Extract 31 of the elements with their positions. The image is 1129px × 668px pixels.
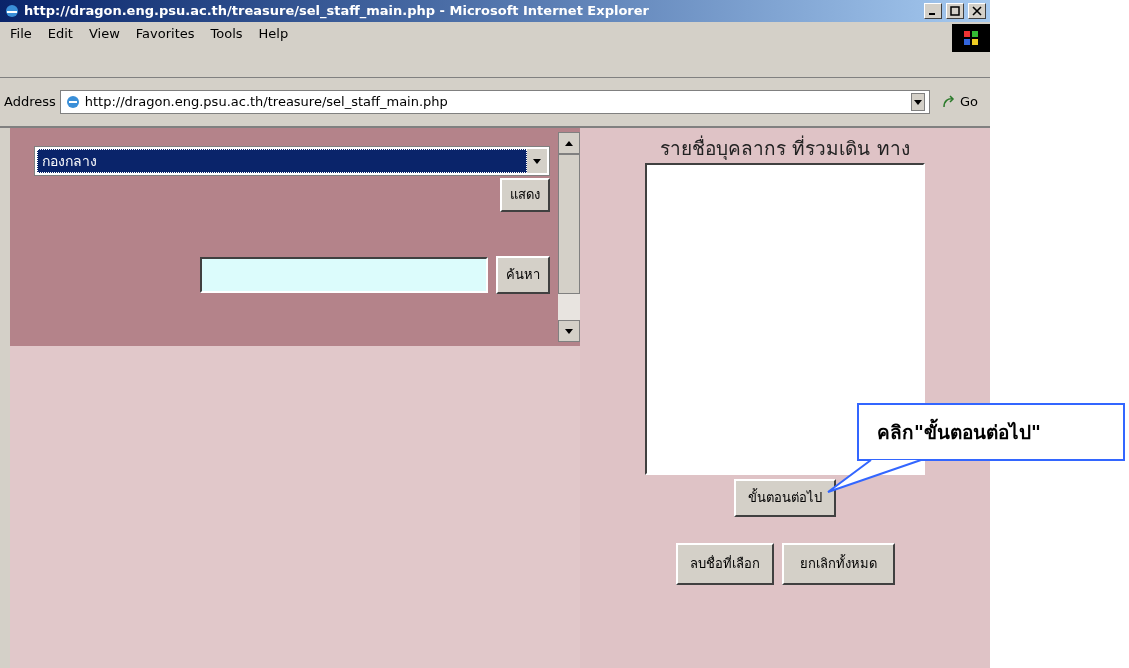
menu-item[interactable]: Edit bbox=[41, 24, 79, 44]
browser-icon bbox=[4, 3, 20, 19]
show-button[interactable]: แสดง bbox=[500, 178, 550, 212]
list-title: รายชื่อบุคลากร ที่รวมเดิน ทาง bbox=[660, 134, 910, 162]
address-field[interactable]: http://dragon.eng.psu.ac.th/treasure/sel_staff_main.php bbox=[59, 90, 930, 114]
close-icon[interactable] bbox=[968, 3, 986, 19]
scrollbar[interactable] bbox=[558, 132, 580, 342]
maximize-icon[interactable] bbox=[946, 3, 964, 19]
window-title: http://dragon.eng.psu.ac.th/treasure/sel_staff_main.php - Microsoft Internet Explorer bbox=[24, 2, 650, 21]
next-step-button[interactable]: ขั้นตอนต่อไป bbox=[734, 478, 836, 517]
department-dropdown[interactable]: กองกลาง bbox=[34, 146, 550, 176]
search-button[interactable]: ค้นหา bbox=[496, 256, 550, 294]
menu-item[interactable]: Favorites bbox=[129, 24, 201, 44]
windows-logo-icon bbox=[952, 24, 990, 52]
address-label: Address bbox=[4, 93, 56, 112]
address-text: http://dragon.eng.psu.ac.th/treasure/sel_staff_main.php bbox=[84, 93, 449, 112]
delete-selected-button[interactable]: ลบชื่อที่เลือก bbox=[675, 542, 774, 585]
scroll-up-icon[interactable] bbox=[565, 140, 573, 146]
scroll-down-icon[interactable] bbox=[565, 328, 573, 334]
dropdown-value: กองกลาง bbox=[37, 149, 527, 173]
go-arrow-icon bbox=[941, 95, 956, 109]
callout-text: คลิก"ขั้นตอนต่อไป" bbox=[877, 417, 1041, 445]
minimize-icon[interactable] bbox=[924, 3, 942, 19]
menu-item[interactable]: Tools bbox=[204, 24, 249, 44]
menu-item[interactable]: View bbox=[82, 24, 126, 44]
go-button[interactable]: Go bbox=[933, 92, 986, 112]
cancel-all-button[interactable]: ยกเลิกทั้งหมด bbox=[781, 542, 895, 585]
search-field[interactable] bbox=[200, 257, 488, 293]
menu-item[interactable]: Help bbox=[252, 24, 295, 44]
page-icon bbox=[64, 94, 81, 110]
menu-item[interactable]: File bbox=[4, 24, 38, 44]
